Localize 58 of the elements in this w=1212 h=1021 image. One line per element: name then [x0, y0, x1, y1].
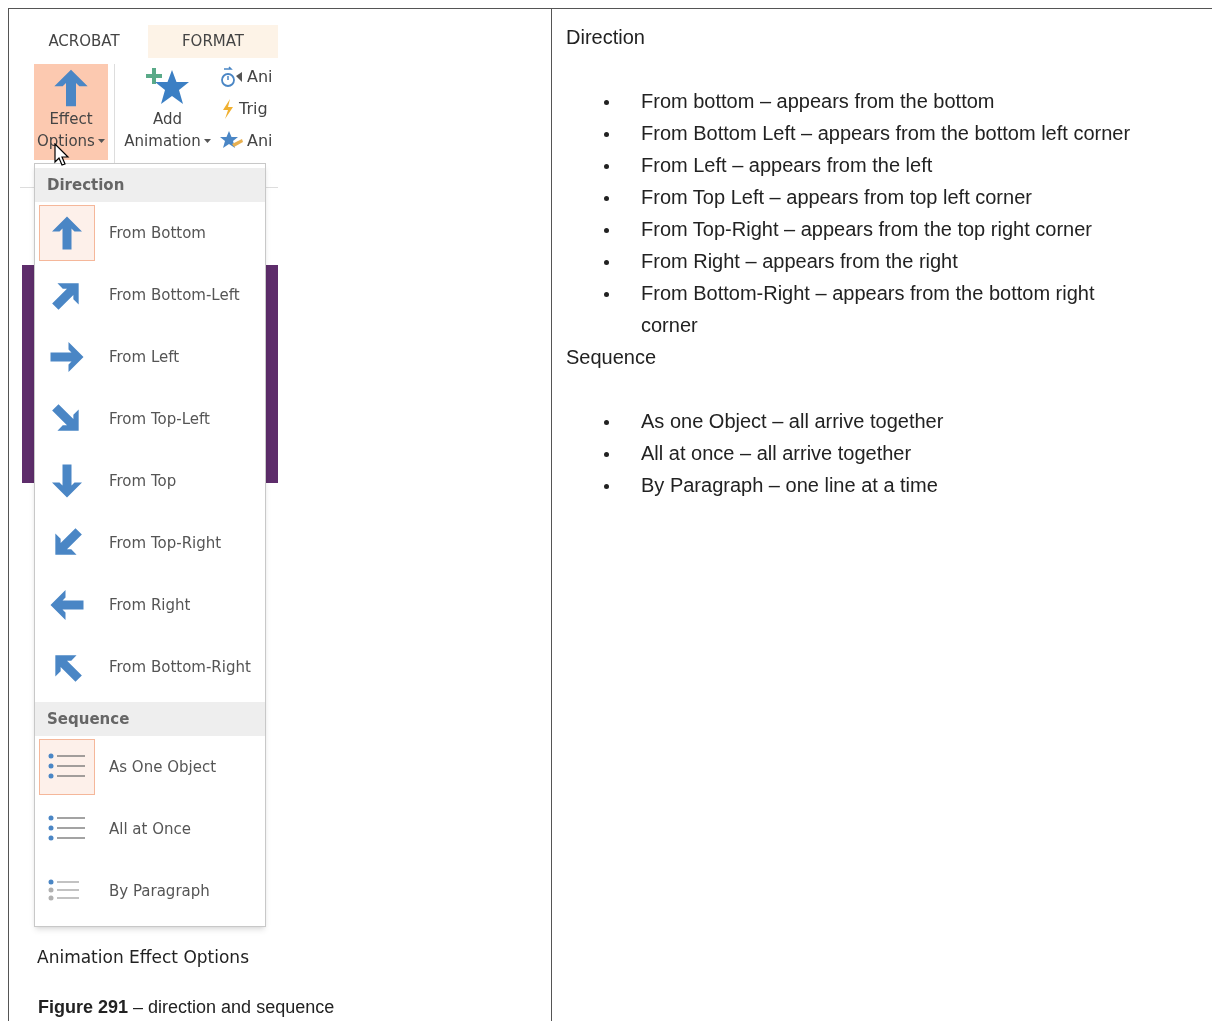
menu-item-label: All at Once [109, 818, 191, 840]
bullet-text: From Bottom Left – appears from the bottom left corner [641, 121, 1132, 146]
add-animation-button[interactable]: Add Animation [121, 64, 214, 160]
menu-item[interactable]: From Left [35, 326, 265, 388]
menu-item-label: From Right [109, 594, 191, 616]
bullet-icon [604, 484, 609, 489]
bullet-icon [604, 196, 609, 201]
bullet-text: From Bottom-Right – appears from the bottom right corner [641, 281, 1096, 338]
menu-item-label: From Left [109, 346, 180, 368]
screenshot-caption: Animation Effect Options [37, 945, 250, 969]
menu-item[interactable]: From Top-Left [35, 388, 265, 450]
figure-caption: Figure 291 – direction and sequence [38, 996, 336, 1019]
menu-section-header: Sequence [35, 702, 265, 736]
bullet-icon [604, 420, 609, 425]
menu-item[interactable]: By Paragraph [35, 860, 265, 922]
bullet-text: As one Object – all arrive together [641, 409, 945, 434]
dropdown-caret-icon [97, 139, 105, 143]
menu-item[interactable]: All at Once [35, 798, 265, 860]
bullet-icon [604, 228, 609, 233]
bullet-icon [604, 292, 609, 297]
menu-item-label: From Top-Right [109, 532, 222, 554]
bullet-icon [604, 452, 609, 457]
bullet-text: From bottom – appears from the bottom [641, 89, 996, 114]
ribbon-command[interactable]: Trig [239, 97, 268, 121]
ribbon-command[interactable]: Ani [247, 129, 273, 153]
menu-item[interactable]: From Bottom-Left [35, 264, 265, 326]
menu-item-label: From Bottom [109, 222, 206, 244]
section-heading: Direction [566, 25, 646, 50]
menu-section-header: Direction [35, 168, 265, 202]
menu-item-label: As One Object [109, 756, 216, 778]
menu-item[interactable]: From Top [35, 450, 265, 512]
bullet-text: By Paragraph – one line at a time [641, 473, 939, 498]
bullet-text: From Right – appears from the right [641, 249, 959, 274]
bullet-text: All at once – all arrive together [641, 441, 913, 466]
bullet-text: From Left – appears from the left [641, 153, 934, 178]
bullet-text: From Top-Right – appears from the top right corner [641, 217, 1093, 242]
menu-item-label: From Top [109, 470, 177, 492]
timer-icon [220, 66, 244, 88]
ribbon-command[interactable]: Ani [247, 65, 273, 89]
dropdown-caret-icon [203, 139, 211, 143]
menu-item[interactable]: From Top-Right [35, 512, 265, 574]
effect-options-button[interactable]: Effect Options [33, 64, 109, 160]
menu-item[interactable]: From Right [35, 574, 265, 636]
menu-item-label: By Paragraph [109, 880, 210, 902]
ribbon-tab[interactable]: FORMAT [148, 25, 278, 58]
menu-item-label: From Bottom-Left [109, 284, 240, 306]
bullet-icon [604, 164, 609, 169]
lightning-icon [220, 98, 236, 120]
menu-item-label: From Top-Left [109, 408, 210, 430]
menu-item[interactable]: From Bottom [35, 202, 265, 264]
menu-item[interactable]: As One Object [35, 736, 265, 798]
menu-item[interactable]: From Bottom-Right [35, 636, 265, 698]
bullet-icon [604, 260, 609, 265]
bullet-icon [604, 100, 609, 105]
bullet-icon [604, 132, 609, 137]
bullet-text: From Top Left – appears from top left corner [641, 185, 1033, 210]
menu-item-label: From Bottom-Right [109, 656, 251, 678]
section-heading: Sequence [566, 345, 658, 370]
